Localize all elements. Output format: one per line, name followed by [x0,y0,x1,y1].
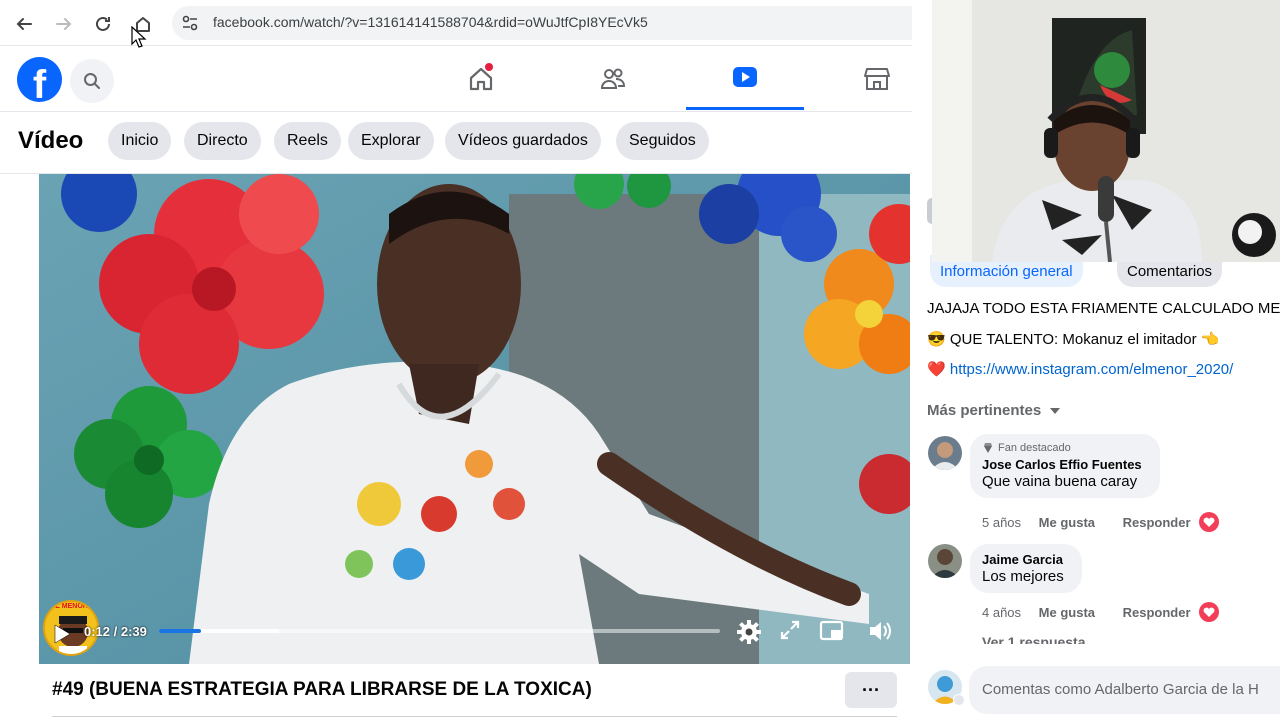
notification-dot [485,63,493,71]
commenter-name[interactable]: Jaime Garcia [982,552,1070,567]
time-display: 0:12 / 2:39 [84,624,147,639]
pill-videos-guardados[interactable]: Vídeos guardados [445,122,601,160]
pill-explorar[interactable]: Explorar [348,122,434,160]
picture-in-picture-icon [819,620,844,641]
fan-badge: Fan destacado [982,442,1148,454]
like-link[interactable]: Me gusta [1039,605,1095,620]
nav-tab-home[interactable] [422,47,540,110]
pill-reels[interactable]: Reels [274,122,341,160]
comment-text: Los mejores [982,568,1064,585]
player-controls: EL MENOR 0:12 / 2:39 [39,600,910,664]
description-line-2: 😎 QUE TALENTO: Mokanuz el imitador 👈 [927,330,1219,348]
heart-reaction[interactable] [1199,602,1219,622]
commenter-name[interactable]: Jose Carlos Effio Fuentes [982,457,1148,472]
fullscreen-button[interactable] [779,619,807,647]
forward-arrow-icon[interactable] [52,12,76,36]
account-switch-chevron-icon[interactable] [953,694,965,706]
section-title: Vídeo [18,127,84,154]
comment-age[interactable]: 5 años [982,515,1021,530]
comment-age[interactable]: 4 años [982,605,1021,620]
play-button[interactable] [53,624,71,649]
comment-bubble: Jaime Garcia Los mejores [970,544,1082,593]
play-icon [54,624,71,644]
sunglasses-emoji-icon: 😎 [927,331,946,348]
reload-icon[interactable] [91,12,115,36]
search-button[interactable] [70,59,114,103]
description-line-2-text: QUE TALENTO: Mokanuz el imitador 👈 [949,331,1220,348]
gear-icon [737,620,761,644]
mouse-cursor-icon [131,26,147,48]
heart-icon [1203,517,1215,527]
volume-button[interactable] [867,619,895,647]
more-options-button[interactable]: ··· [845,672,897,708]
video-player[interactable]: EL MENOR 0:12 / 2:39 [39,174,910,664]
heart-icon [1203,607,1215,617]
friends-icon [600,68,626,89]
avatar[interactable] [928,436,962,470]
reply-link[interactable]: Responder [1123,605,1191,620]
video-title: #49 (BUENA ESTRATEGIA PARA LIBRARSE DE L… [52,679,592,700]
marketplace-icon [864,67,890,90]
video-subnav: Vídeo Inicio Directo Reels Explorar Víde… [0,112,935,174]
divider [52,716,897,717]
description-line-3: ❤️ https://www.instagram.com/elmenor_202… [927,360,1233,378]
heart-emoji-icon: ❤️ [927,361,946,378]
comment-text: Que vaina buena caray [982,473,1138,490]
site-settings-icon[interactable] [180,13,200,33]
facebook-header: f [0,47,935,112]
address-bar[interactable]: facebook.com/watch/?v=131614141588704&rd… [172,6,932,40]
diamond-icon [984,443,992,453]
comment-meta: 4 años Me gusta Responder [982,605,1191,620]
comment-meta: 5 años Me gusta Responder [982,515,1191,530]
comment-input[interactable] [982,677,1280,701]
channel-badge-text: EL MENOR [51,603,88,610]
reply-link[interactable]: Responder [1123,515,1191,530]
progress-fill [159,629,202,633]
pill-directo[interactable]: Directo [184,122,261,160]
progress-bar[interactable] [159,629,720,633]
caret-down-icon [1050,408,1061,414]
search-icon [84,73,100,89]
instagram-link[interactable]: https://www.instagram.com/elmenor_2020/ [950,361,1233,378]
nav-tab-friends[interactable] [554,47,672,110]
back-arrow-icon[interactable] [12,12,36,36]
expand-icon [780,620,800,640]
pill-seguidos[interactable]: Seguidos [616,122,709,160]
fan-badge-label: Fan destacado [998,442,1071,454]
sort-label: Más pertinentes [927,402,1042,419]
avatar[interactable] [928,544,962,578]
screen: facebook.com/watch/?v=131614141588704&rd… [0,0,1280,720]
comment-composer[interactable] [969,666,1280,714]
more-options-icon: ··· [862,679,880,700]
webcam-overlay [932,0,1280,262]
pip-button[interactable] [819,619,847,647]
pill-inicio[interactable]: Inicio [108,122,172,160]
settings-button[interactable] [736,619,764,647]
view-replies-link[interactable]: Ver 1 respuesta [982,634,1086,644]
heart-reaction[interactable] [1199,512,1219,532]
video-icon [733,67,757,87]
nav-tab-video[interactable] [686,47,804,110]
video-frame [39,174,910,664]
description-line-1: JAJAJA TODO ESTA FRIAMENTE CALCULADO ME [927,300,1280,317]
sort-dropdown[interactable]: Más pertinentes [927,402,1061,419]
webcam-frame [932,0,1280,262]
volume-icon [870,622,891,640]
url-text: facebook.com/watch/?v=131614141588704&rd… [213,14,648,30]
facebook-logo[interactable]: f [17,57,62,102]
like-link[interactable]: Me gusta [1039,515,1095,530]
comment-bubble: Fan destacado Jose Carlos Effio Fuentes … [970,434,1160,498]
